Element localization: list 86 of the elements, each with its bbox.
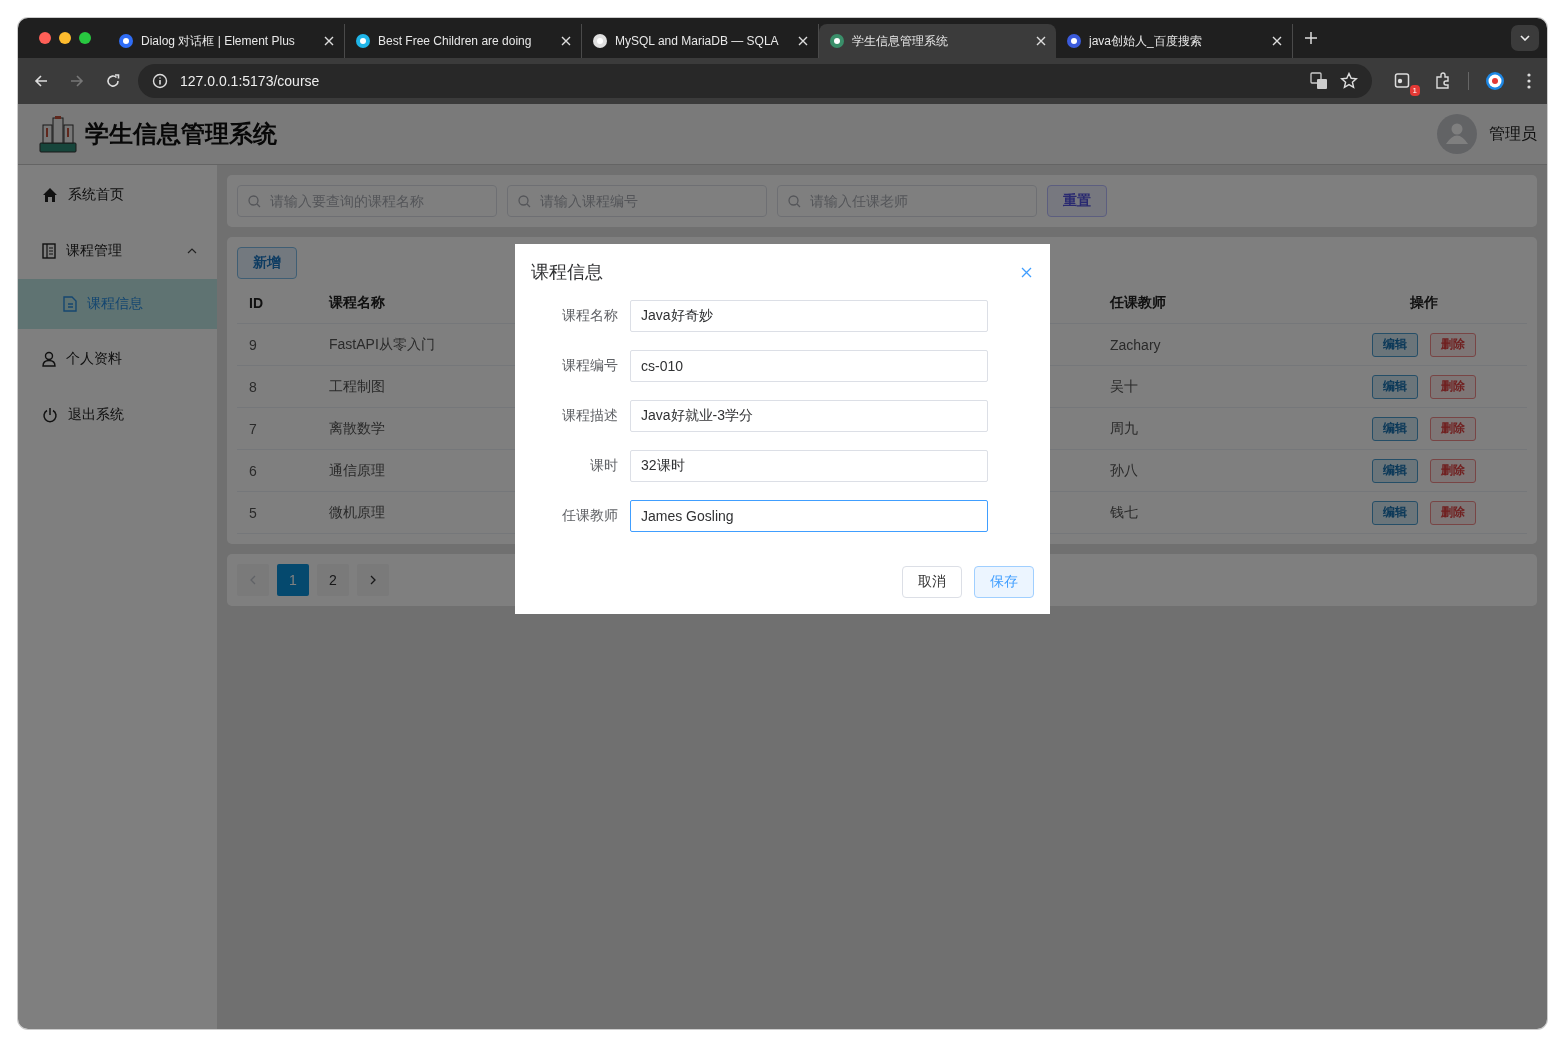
input-field[interactable]: 32课时 [630, 450, 988, 482]
address-bar[interactable]: 127.0.0.1:5173/course [138, 64, 1372, 98]
table-cell-text: 周九 [1109, 419, 1139, 438]
user-name[interactable]: 管理员 [1489, 123, 1537, 145]
edit-button[interactable]: 编辑 [1371, 458, 1418, 483]
star-icon[interactable] [1340, 72, 1358, 90]
field-label: 课程描述 [561, 407, 619, 425]
page-button[interactable]: 2 [317, 564, 349, 596]
dialog-title: 课程信息 [531, 261, 603, 284]
column-header: ID [248, 295, 264, 311]
extension-icon[interactable] [1394, 72, 1412, 90]
table-cell-text: 9 [248, 336, 258, 353]
delete-button[interactable]: 删除 [1429, 458, 1476, 483]
sidebar-item[interactable]: 个人资料 [18, 331, 217, 387]
logo-drawing [39, 115, 77, 153]
home-icon [42, 187, 58, 203]
input-field[interactable]: James Gosling [630, 500, 988, 532]
table-cell-text: 5 [248, 504, 258, 521]
save-button[interactable]: 保存 [974, 566, 1034, 598]
list-icon [42, 243, 56, 259]
cancel-button[interactable]: 取消 [902, 566, 962, 598]
edit-button[interactable]: 编辑 [1371, 416, 1418, 441]
tab-search-button[interactable] [1511, 25, 1539, 51]
chevron-right-icon [370, 575, 376, 585]
chevron-left-icon [250, 575, 256, 585]
translate-icon[interactable] [1310, 72, 1328, 90]
reset-button[interactable]: 重置 [1047, 185, 1107, 217]
table-cell-text: 离散数学 [328, 419, 386, 438]
delete-button[interactable]: 删除 [1429, 374, 1476, 399]
field-label: 课程编号 [561, 357, 619, 375]
puzzle-icon[interactable] [1434, 72, 1452, 90]
new-tab-icon[interactable] [1305, 32, 1317, 44]
back-icon[interactable] [34, 74, 48, 88]
url-text: 127.0.0.1:5173/course [180, 73, 320, 89]
input-field[interactable]: Java好就业-3学分 [630, 400, 988, 432]
table-cell-text: 微机原理 [328, 503, 386, 522]
table-cell-text: 8 [248, 378, 258, 395]
search-icon [518, 195, 531, 208]
favicon-icon [118, 33, 134, 49]
menu-icon[interactable] [1527, 73, 1531, 89]
add-button[interactable]: 新增 [237, 247, 297, 279]
edit-button[interactable]: 编辑 [1371, 500, 1418, 525]
field-label: 任课教师 [561, 507, 619, 525]
forward-icon[interactable] [70, 74, 84, 88]
field-label: 课程名称 [561, 307, 619, 325]
search-icon [248, 195, 261, 208]
table-cell-text: FastAPI从零入门 [328, 335, 436, 354]
delete-button[interactable]: 删除 [1429, 500, 1476, 525]
notification-badge: 1 [1409, 85, 1420, 96]
reload-icon[interactable] [106, 74, 120, 88]
chevron-icon [1520, 35, 1530, 41]
table-cell-text: 钱七 [1109, 503, 1139, 522]
input-field[interactable]: Java好奇妙 [630, 300, 988, 332]
document-icon [63, 296, 77, 312]
delete-button[interactable]: 删除 [1429, 416, 1476, 441]
column-header: 操作 [1408, 294, 1439, 312]
table-cell-text: 吴十 [1109, 377, 1139, 396]
edit-button[interactable]: 编辑 [1371, 332, 1418, 357]
browser-tab[interactable]: 学生信息管理系统 [819, 24, 1056, 58]
table-cell-text: 通信原理 [328, 461, 386, 480]
sidebar-item[interactable]: 系统首页 [18, 167, 217, 223]
column-header: 课程名称 [327, 294, 386, 312]
favicon-icon [592, 33, 608, 49]
delete-button[interactable]: 删除 [1429, 332, 1476, 357]
table-cell-text: Zachary [1109, 336, 1162, 353]
search-icon [788, 195, 801, 208]
table-cell-text: 孙八 [1109, 461, 1139, 480]
table-cell-text: 工程制图 [328, 377, 386, 396]
favicon-icon [829, 33, 845, 49]
user-icon [42, 351, 56, 367]
table-cell-text: 6 [248, 462, 258, 479]
input-field[interactable]: cs-010 [630, 350, 988, 382]
info-icon[interactable] [152, 73, 168, 89]
window-controls-icon[interactable] [39, 32, 93, 44]
field-label: 课时 [589, 457, 619, 475]
page-button[interactable]: 1 [277, 564, 309, 596]
edit-button[interactable]: 编辑 [1371, 374, 1418, 399]
app-title: 学生信息管理系统 [85, 119, 277, 149]
profile-icon[interactable] [1485, 71, 1505, 91]
power-icon [42, 407, 58, 423]
favicon-icon [1066, 33, 1082, 49]
sidebar-item[interactable]: 课程管理 [18, 223, 217, 279]
column-header: 任课教师 [1108, 294, 1167, 312]
sidebar-item[interactable]: 退出系统 [18, 387, 217, 443]
favicon-icon [355, 33, 371, 49]
table-cell-text: 7 [248, 420, 258, 437]
